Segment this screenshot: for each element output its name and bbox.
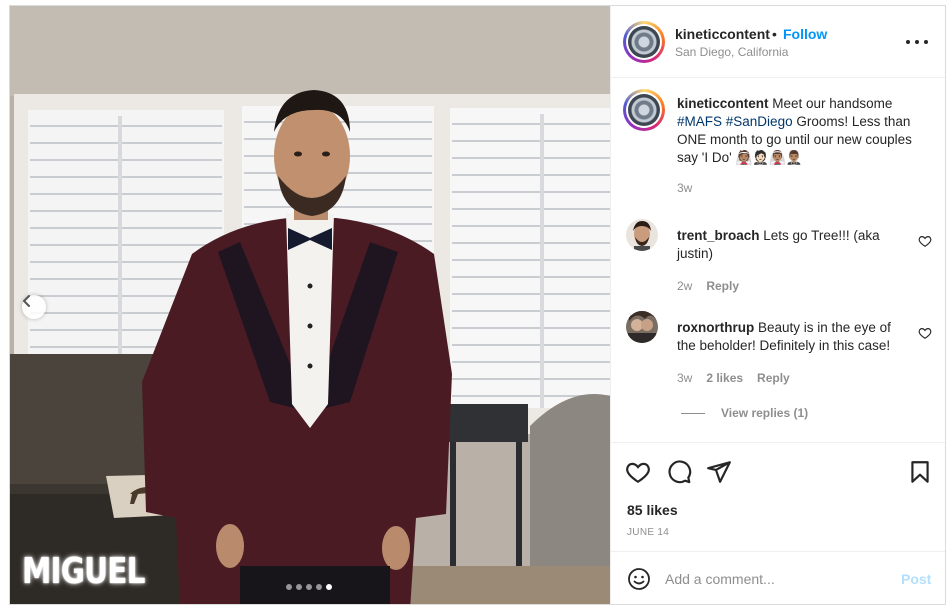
action-bar: 85 likes JUNE 14 [611, 442, 945, 550]
commenter-avatar[interactable] [626, 311, 658, 343]
author-avatar[interactable] [623, 21, 665, 63]
comment-timestamp[interactable]: 3w [677, 371, 692, 385]
comment-input[interactable] [665, 567, 875, 591]
replies-divider-line [681, 412, 705, 414]
caption-emojis: 👰🏽🤵🏻👰🏽‍♂️🤵🏽‍♂️ [735, 150, 803, 166]
carousel-dots [286, 584, 332, 590]
carousel-dot[interactable] [296, 584, 302, 590]
comment-likes[interactable]: 2 likes [706, 371, 743, 385]
post-header: kineticcontent • Follow San Diego, Calif… [611, 6, 945, 78]
post-comment-button[interactable]: Post [901, 571, 931, 587]
hashtag-link[interactable]: #SanDiego [726, 114, 793, 129]
comment-text: trent_broach Lets go Tree!!! (aka justin… [677, 227, 907, 263]
follow-button[interactable]: Follow [783, 26, 827, 42]
post-photo[interactable]: MIGUEL [10, 6, 610, 604]
comment-meta: 2w Reply [677, 279, 739, 293]
commenter-avatar-image [626, 311, 658, 343]
view-replies-label: View replies (1) [721, 406, 809, 420]
comment-meta: 3w 2 likes Reply [677, 371, 790, 385]
groom-photo-illustration [10, 6, 610, 604]
reply-button[interactable]: Reply [706, 279, 739, 293]
carousel-prev-button[interactable] [22, 295, 46, 319]
likes-count[interactable]: 85 likes [627, 502, 678, 518]
caption-avatar-image [628, 94, 660, 126]
like-comment-heart-icon[interactable] [918, 234, 932, 248]
chevron-left-icon [23, 295, 30, 307]
save-bookmark-icon[interactable] [907, 459, 933, 485]
comments-list[interactable]: kineticcontent Meet our handsome #MAFS #… [611, 79, 945, 441]
post-side-panel: kineticcontent • Follow San Diego, Calif… [610, 6, 945, 604]
comment-timestamp[interactable]: 2w [677, 279, 692, 293]
caption-text-part: Meet our handsome [768, 96, 893, 111]
commenter-avatar[interactable] [626, 219, 658, 251]
comment-composer: Post [611, 551, 945, 604]
commenter-username[interactable]: trent_broach [677, 228, 760, 243]
view-replies-button[interactable]: View replies (1) [681, 406, 808, 420]
emoji-smile-icon[interactable] [627, 567, 651, 591]
carousel-dot-active[interactable] [326, 584, 332, 590]
caption-text: kineticcontent Meet our handsome #MAFS #… [677, 95, 927, 167]
comment-bubble-icon[interactable] [666, 459, 692, 485]
share-paper-plane-icon[interactable] [706, 459, 732, 485]
post-location[interactable]: San Diego, California [675, 45, 788, 59]
author-avatar-image [628, 26, 660, 58]
hashtag-link[interactable]: #MAFS [677, 114, 722, 129]
carousel-dot[interactable] [306, 584, 312, 590]
comment-text: roxnorthrup Beauty is in the eye of the … [677, 319, 907, 355]
caption-timestamp[interactable]: 3w [677, 181, 692, 195]
like-comment-heart-icon[interactable] [918, 326, 932, 340]
photo-overlay-name: MIGUEL [22, 551, 145, 592]
author-username[interactable]: kineticcontent [675, 26, 770, 42]
carousel-dot[interactable] [316, 584, 322, 590]
caption-username[interactable]: kineticcontent [677, 96, 769, 111]
reply-button[interactable]: Reply [757, 371, 790, 385]
post-dialog: MIGUEL kineticcontent • Follow San Diego… [9, 5, 946, 605]
carousel-dot[interactable] [286, 584, 292, 590]
caption-author-avatar[interactable] [623, 89, 665, 131]
more-options-icon[interactable] [906, 34, 928, 50]
commenter-avatar-image [626, 219, 658, 251]
separator-dot: • [772, 26, 777, 42]
post-date[interactable]: JUNE 14 [627, 527, 669, 538]
commenter-username[interactable]: roxnorthrup [677, 320, 754, 335]
like-heart-icon[interactable] [625, 459, 651, 485]
